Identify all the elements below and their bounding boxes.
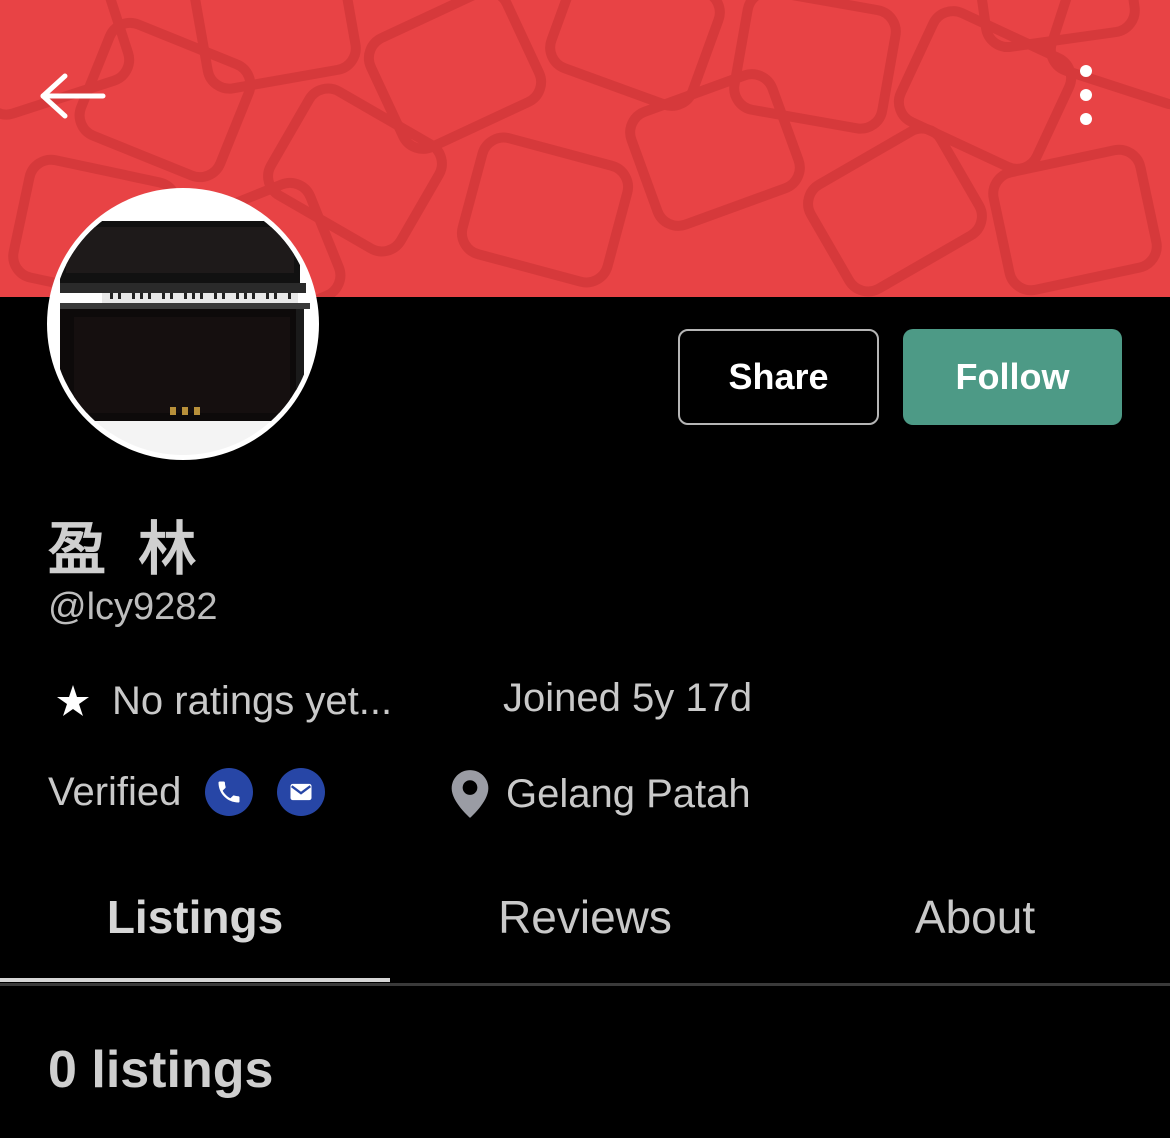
verified-info: Verified bbox=[48, 768, 326, 816]
email-icon bbox=[290, 783, 312, 801]
more-options-button[interactable] bbox=[1056, 55, 1116, 135]
location-pin-icon bbox=[451, 770, 489, 818]
star-icon bbox=[50, 678, 96, 723]
piano-photo bbox=[52, 193, 314, 455]
ratings-summary[interactable]: No ratings yet... bbox=[48, 676, 392, 726]
share-button[interactable]: Share bbox=[678, 329, 879, 425]
listing-count: 0 listings bbox=[48, 1041, 274, 1099]
verified-label: Verified bbox=[48, 769, 182, 814]
joined-text: Joined 5y 17d bbox=[503, 676, 753, 720]
profile-tabs: Listings Reviews About bbox=[0, 850, 1170, 986]
more-vertical-icon bbox=[1080, 65, 1092, 125]
ratings-text: No ratings yet... bbox=[112, 678, 393, 723]
active-tab-indicator bbox=[0, 978, 390, 982]
follow-button[interactable]: Follow bbox=[903, 329, 1122, 425]
location-text: Gelang Patah bbox=[506, 771, 751, 816]
tab-reviews[interactable]: Reviews bbox=[390, 850, 780, 983]
phone-verified-icon[interactable] bbox=[205, 768, 254, 816]
avatar[interactable] bbox=[47, 188, 319, 460]
username-handle: @lcy9282 bbox=[48, 586, 218, 628]
joined-info: Joined 5y 17d bbox=[503, 676, 752, 721]
email-verified-icon[interactable] bbox=[277, 768, 326, 816]
tab-listings[interactable]: Listings bbox=[0, 850, 390, 983]
back-button[interactable] bbox=[30, 60, 114, 132]
arrow-left-icon bbox=[40, 73, 106, 119]
location-info: Gelang Patah bbox=[448, 768, 751, 820]
display-name: 盈 林 bbox=[48, 515, 203, 583]
tab-about[interactable]: About bbox=[780, 850, 1170, 983]
phone-icon bbox=[218, 781, 240, 803]
